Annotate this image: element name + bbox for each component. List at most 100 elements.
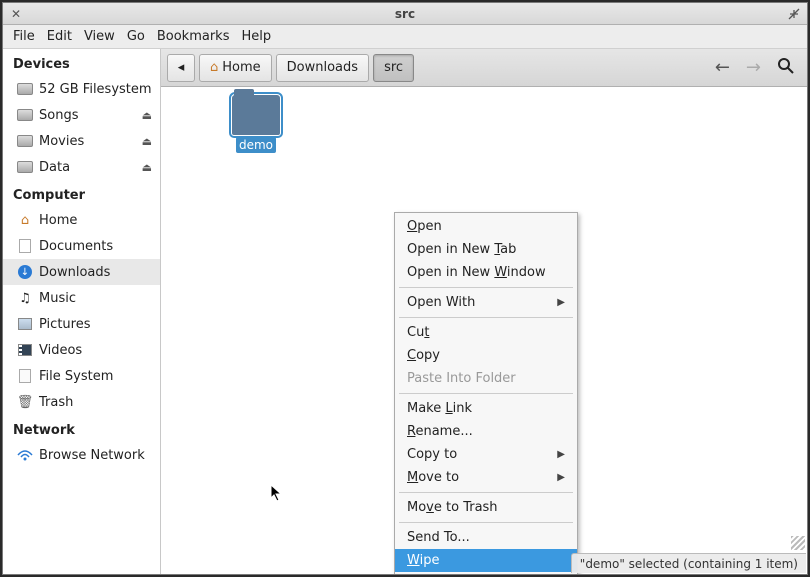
sidebar: Devices52 GB FilesystemSongs⏏Movies⏏Data… [3, 49, 161, 574]
window-close-icon[interactable]: ✕ [7, 5, 25, 23]
window-maximize-icon[interactable] [785, 5, 803, 23]
folder-icon [232, 95, 280, 135]
status-bar: "demo" selected (containing 1 item) [571, 553, 806, 573]
submenu-arrow-icon: ▶ [557, 449, 565, 460]
path-back-button[interactable]: ◂ [167, 54, 195, 82]
menu-help[interactable]: Help [235, 27, 277, 46]
menu-item-label: Open in New Tab [407, 242, 516, 257]
menu-go[interactable]: Go [121, 27, 151, 46]
menu-item-open-in-new-tab[interactable]: Open in New Tab [395, 238, 577, 261]
nav-forward-button[interactable]: → [740, 57, 767, 78]
sidebar-item-pictures[interactable]: Pictures [3, 311, 160, 337]
menu-separator [399, 317, 573, 318]
sidebar-item-label: Pictures [39, 317, 90, 332]
menu-item-open[interactable]: Open [395, 215, 577, 238]
menu-item-cut[interactable]: Cut [395, 321, 577, 344]
pic-icon [17, 316, 33, 332]
sidebar-section-network: Network [3, 415, 160, 442]
context-menu: Open Open in New Tab Open in New Window Ope… [394, 212, 578, 574]
sidebar-section-devices: Devices [3, 49, 160, 76]
disk-icon [17, 133, 33, 149]
menu-item-make-link[interactable]: Make Link [395, 397, 577, 420]
sidebar-item-downloads[interactable]: ↓ Downloads [3, 259, 160, 285]
path-label: Downloads [287, 60, 358, 75]
titlebar[interactable]: ✕ src [3, 3, 807, 25]
menu-item-move-to-trash[interactable]: Move to Trash [395, 496, 577, 519]
sidebar-item-data[interactable]: Data⏏ [3, 154, 160, 180]
menu-item-label: Send To... [407, 530, 470, 545]
menu-item-wipe[interactable]: Wipe [395, 549, 577, 572]
disk-icon [17, 81, 33, 97]
path-label: Home [222, 60, 260, 75]
sidebar-item-label: Documents [39, 239, 113, 254]
content-area: Devices52 GB FilesystemSongs⏏Movies⏏Data… [3, 49, 807, 574]
menu-edit[interactable]: Edit [41, 27, 78, 46]
menu-item-copy[interactable]: Copy [395, 344, 577, 367]
menu-item-label: Wipe [407, 553, 439, 568]
folder-item[interactable]: demo [221, 95, 291, 153]
menu-separator [399, 492, 573, 493]
sidebar-item-songs[interactable]: Songs ⏏ [3, 102, 160, 128]
menu-item-copy-to[interactable]: Copy to ▶ [395, 443, 577, 466]
menu-item-paste-into-folder: Paste Into Folder [395, 367, 577, 390]
search-icon [777, 57, 795, 75]
menu-item-move-to[interactable]: Move to ▶ [395, 466, 577, 489]
menu-item-label: Paste Into Folder [407, 371, 516, 386]
menu-item-label: Open in New Window [407, 265, 546, 280]
doc-icon [17, 238, 33, 254]
search-button[interactable] [771, 57, 801, 79]
menu-item-rename[interactable]: Rename... [395, 420, 577, 443]
sidebar-item-movies[interactable]: Movies ⏏ [3, 128, 160, 154]
window-title: src [3, 7, 807, 21]
menu-item-label: Open [407, 219, 442, 234]
menu-item-label: Copy to [407, 447, 457, 462]
menu-item-send-to[interactable]: Send To... [395, 526, 577, 549]
menu-separator [399, 393, 573, 394]
main-pane: ◂ ⌂ Home Downloads src ← → [161, 49, 807, 574]
menu-item-label: Rename... [407, 424, 473, 439]
path-segment-src[interactable]: src [373, 54, 414, 82]
resize-grip-icon[interactable] [791, 536, 805, 550]
menu-view[interactable]: View [78, 27, 121, 46]
sidebar-item-label: Home [39, 213, 77, 228]
sidebar-section-computer: Computer [3, 180, 160, 207]
submenu-arrow-icon: ▶ [557, 472, 565, 483]
disk-icon [17, 159, 33, 175]
folder-label: demo [236, 137, 276, 153]
menu-item-wipe-available-diskspace[interactable]: Wipe available diskspace [395, 572, 577, 574]
sidebar-item-file-system[interactable]: File System [3, 363, 160, 389]
eject-icon[interactable]: ⏏ [142, 109, 152, 122]
menu-file[interactable]: File [7, 27, 41, 46]
sidebar-item-label: File System [39, 369, 113, 384]
status-text: "demo" selected (containing 1 item) [580, 557, 798, 571]
disk-icon [17, 107, 33, 123]
menu-bookmarks[interactable]: Bookmarks [151, 27, 236, 46]
file-manager-window: ✕ src File Edit View Go Bookmarks Help D… [2, 2, 808, 575]
eject-icon[interactable]: ⏏ [142, 135, 152, 148]
sidebar-item-home[interactable]: ⌂Home [3, 207, 160, 233]
menu-item-open-with[interactable]: Open With▶ [395, 291, 577, 314]
menu-separator [399, 287, 573, 288]
menu-item-open-in-new-window[interactable]: Open in New Window [395, 261, 577, 284]
sidebar-item-browse-network[interactable]: Browse Network [3, 442, 160, 468]
sidebar-item-label: Downloads [39, 265, 110, 280]
sidebar-item-documents[interactable]: Documents [3, 233, 160, 259]
vid-icon [17, 342, 33, 358]
sidebar-item-label: Browse Network [39, 448, 145, 463]
sidebar-item-trash[interactable]: 🗑Trash [3, 389, 160, 415]
down-icon: ↓ [17, 264, 33, 280]
file-pane[interactable]: demo Open Open in New Tab Open in New Wind… [161, 87, 807, 574]
sidebar-item-label: Movies [39, 134, 84, 149]
path-label: src [384, 60, 403, 75]
path-segment-downloads[interactable]: Downloads [276, 54, 369, 82]
sidebar-item-videos[interactable]: Videos [3, 337, 160, 363]
nav-back-button[interactable]: ← [709, 57, 736, 78]
wifi-icon [17, 447, 33, 463]
sidebar-item-label: Music [39, 291, 76, 306]
sidebar-item-label: Songs [39, 108, 78, 123]
eject-icon[interactable]: ⏏ [142, 161, 152, 174]
menu-item-label: Move to [407, 470, 459, 485]
sidebar-item-52-gb-filesystem[interactable]: 52 GB Filesystem [3, 76, 160, 102]
path-segment-home[interactable]: ⌂ Home [199, 54, 272, 82]
sidebar-item-music[interactable]: ♫Music [3, 285, 160, 311]
